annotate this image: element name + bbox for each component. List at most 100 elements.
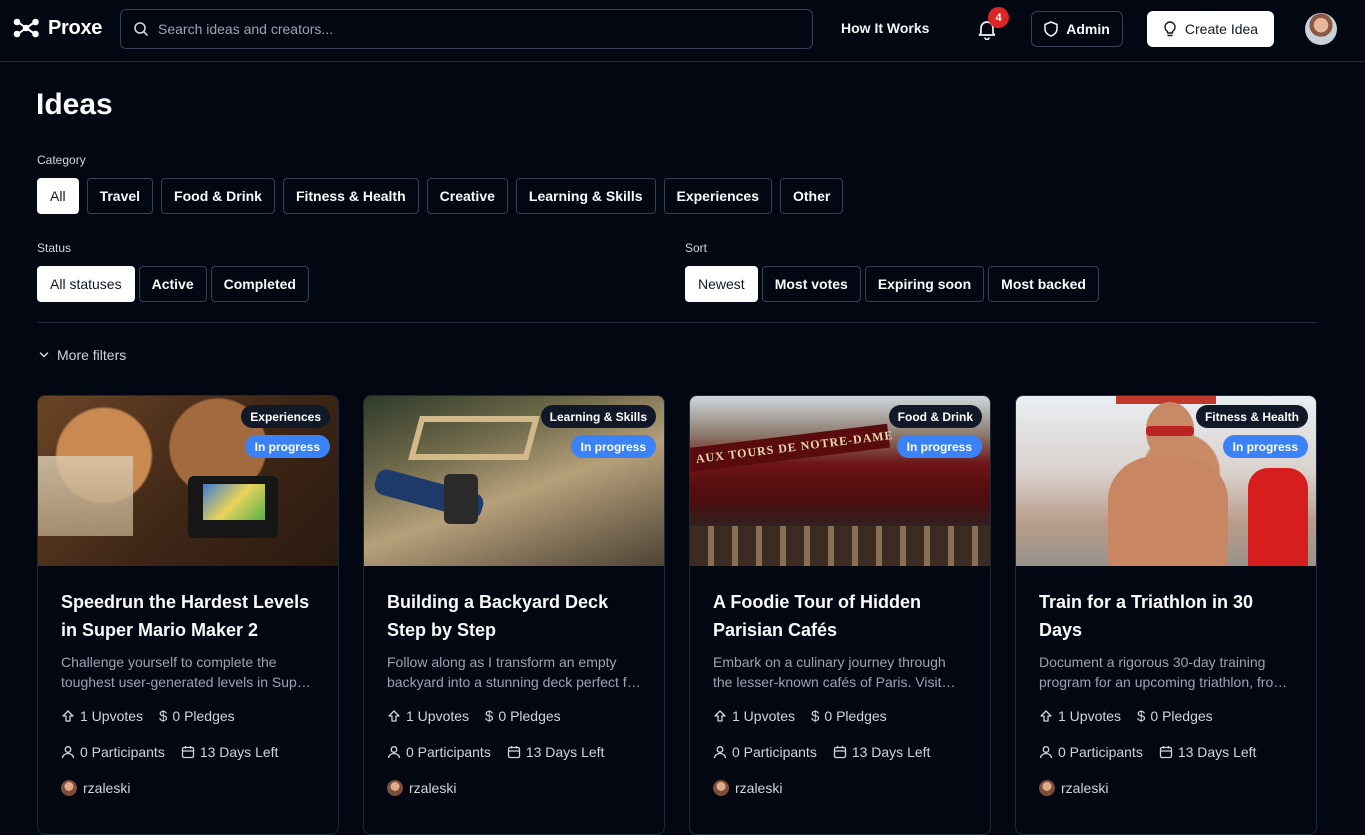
dollar-icon: $ bbox=[159, 707, 168, 725]
notification-count-badge: 4 bbox=[988, 7, 1009, 28]
days-left: 13 Days Left bbox=[851, 744, 931, 760]
status-chips: All statuses Active Completed bbox=[37, 266, 309, 302]
category-chip-travel[interactable]: Travel bbox=[86, 178, 154, 214]
calendar-icon bbox=[833, 745, 847, 759]
participants-count: 0 Participants bbox=[732, 744, 817, 760]
idea-description: Embark on a culinary journey through the… bbox=[713, 654, 946, 690]
sort-chip-most-votes[interactable]: Most votes bbox=[761, 266, 861, 302]
idea-title[interactable]: Speedrun the Hardest Levels in Super Mar… bbox=[61, 588, 315, 644]
upvote-button[interactable]: 1 Upvotes bbox=[387, 708, 469, 724]
upvote-button[interactable]: 1 Upvotes bbox=[61, 708, 143, 724]
category-badge: Experiences bbox=[241, 405, 330, 428]
days-left-stat: 13 Days Left bbox=[181, 744, 278, 760]
dollar-icon: $ bbox=[1137, 707, 1146, 725]
category-chip-all[interactable]: All bbox=[37, 178, 79, 214]
admin-button[interactable]: Admin bbox=[1031, 11, 1123, 47]
shield-icon bbox=[1044, 21, 1058, 37]
how-it-works-link[interactable]: How It Works bbox=[841, 20, 929, 36]
author-name: rzaleski bbox=[1061, 780, 1109, 796]
create-idea-button[interactable]: Create Idea bbox=[1147, 11, 1274, 47]
author-avatar bbox=[713, 780, 729, 796]
author-avatar bbox=[1039, 780, 1055, 796]
sort-chip-expiring-soon[interactable]: Expiring soon bbox=[864, 266, 985, 302]
arrow-up-icon bbox=[387, 709, 401, 723]
idea-card[interactable]: Fitness & Health In progress Train for a… bbox=[1015, 395, 1317, 835]
idea-description: Challenge yourself to complete the tough… bbox=[61, 654, 310, 690]
idea-card[interactable]: Learning & Skills In progress Building a… bbox=[363, 395, 665, 835]
idea-card[interactable]: AUX TOURS DE NOTRE-DAME Food & Drink In … bbox=[689, 395, 991, 835]
category-chip-experiences[interactable]: Experiences bbox=[663, 178, 772, 214]
category-badge: Fitness & Health bbox=[1195, 405, 1308, 428]
sort-label: Sort bbox=[685, 241, 708, 255]
dollar-icon: $ bbox=[811, 707, 820, 725]
more-filters-label: More filters bbox=[57, 347, 127, 363]
user-avatar[interactable] bbox=[1305, 13, 1337, 45]
category-chip-creative[interactable]: Creative bbox=[426, 178, 508, 214]
status-badge: In progress bbox=[244, 435, 330, 458]
idea-description: Document a rigorous 30-day training prog… bbox=[1039, 654, 1285, 690]
arrow-up-icon bbox=[61, 709, 75, 723]
pledges-stat: $ 0 Pledges bbox=[811, 708, 887, 725]
idea-title[interactable]: Train for a Triathlon in 30 Days bbox=[1039, 588, 1293, 644]
status-chip-completed[interactable]: Completed bbox=[210, 266, 309, 302]
dollar-icon: $ bbox=[485, 707, 494, 725]
status-badge: In progress bbox=[1222, 435, 1308, 458]
author-link[interactable]: rzaleski bbox=[713, 776, 967, 800]
days-left: 13 Days Left bbox=[1177, 744, 1257, 760]
author-link[interactable]: rzaleski bbox=[1039, 776, 1293, 800]
logo[interactable]: Proxe bbox=[12, 16, 102, 40]
author-link[interactable]: rzaleski bbox=[61, 776, 315, 800]
days-left-stat: 13 Days Left bbox=[1159, 744, 1257, 760]
upvotes-count: 1 Upvotes bbox=[80, 708, 144, 724]
calendar-icon bbox=[1159, 745, 1173, 759]
idea-card-image: Fitness & Health In progress bbox=[1016, 396, 1316, 566]
filters-divider bbox=[37, 322, 1317, 323]
chevron-down-icon bbox=[39, 350, 49, 360]
pledges-count: 0 Pledges bbox=[1150, 708, 1213, 724]
admin-label: Admin bbox=[1066, 21, 1110, 37]
participants-count: 0 Participants bbox=[406, 744, 491, 760]
author-link[interactable]: rzaleski bbox=[387, 776, 641, 800]
more-filters-toggle[interactable]: More filters bbox=[39, 347, 126, 363]
create-idea-label: Create Idea bbox=[1184, 21, 1259, 37]
user-icon bbox=[1039, 745, 1053, 759]
participants-count: 0 Participants bbox=[1058, 744, 1143, 760]
sort-chip-newest[interactable]: Newest bbox=[685, 266, 758, 302]
search-icon bbox=[133, 21, 149, 37]
category-chip-food-drink[interactable]: Food & Drink bbox=[161, 178, 275, 214]
idea-card[interactable]: Experiences In progress Speedrun the Har… bbox=[37, 395, 339, 835]
days-left-stat: 13 Days Left bbox=[507, 744, 605, 760]
category-chip-other[interactable]: Other bbox=[780, 178, 844, 214]
pledges-stat: $ 0 Pledges bbox=[485, 708, 561, 725]
category-badge: Learning & Skills bbox=[540, 405, 656, 428]
author-name: rzaleski bbox=[409, 780, 457, 796]
category-chip-fitness-health[interactable]: Fitness & Health bbox=[282, 178, 419, 214]
author-avatar bbox=[387, 780, 403, 796]
idea-card-image: Learning & Skills In progress bbox=[364, 396, 664, 566]
upvotes-count: 1 Upvotes bbox=[406, 708, 470, 724]
upvote-button[interactable]: 1 Upvotes bbox=[713, 708, 795, 724]
search-bar[interactable] bbox=[120, 9, 813, 49]
pledges-count: 0 Pledges bbox=[824, 708, 887, 724]
participants-count: 0 Participants bbox=[80, 744, 165, 760]
upvote-button[interactable]: 1 Upvotes bbox=[1039, 708, 1121, 724]
proxe-logo-icon bbox=[12, 16, 40, 40]
status-chip-all[interactable]: All statuses bbox=[37, 266, 135, 302]
participants-stat: 0 Participants bbox=[387, 744, 491, 760]
status-chip-active[interactable]: Active bbox=[138, 266, 207, 302]
category-badge: Food & Drink bbox=[888, 405, 982, 428]
idea-title[interactable]: A Foodie Tour of Hidden Parisian Cafés bbox=[713, 588, 967, 644]
author-name: rzaleski bbox=[83, 780, 131, 796]
idea-description: Follow along as I transform an empty bac… bbox=[387, 654, 640, 690]
category-chips: All Travel Food & Drink Fitness & Health… bbox=[37, 178, 844, 214]
days-left: 13 Days Left bbox=[525, 744, 605, 760]
arrow-up-icon bbox=[713, 709, 727, 723]
participants-stat: 0 Participants bbox=[1039, 744, 1143, 760]
status-badge: In progress bbox=[896, 435, 982, 458]
category-chip-learning-skills[interactable]: Learning & Skills bbox=[515, 178, 656, 214]
category-label: Category bbox=[37, 153, 86, 167]
idea-title[interactable]: Building a Backyard Deck Step by Step bbox=[387, 588, 641, 644]
sort-chip-most-backed[interactable]: Most backed bbox=[988, 266, 1099, 302]
search-input[interactable] bbox=[158, 21, 758, 37]
idea-card-image: AUX TOURS DE NOTRE-DAME Food & Drink In … bbox=[690, 396, 990, 566]
